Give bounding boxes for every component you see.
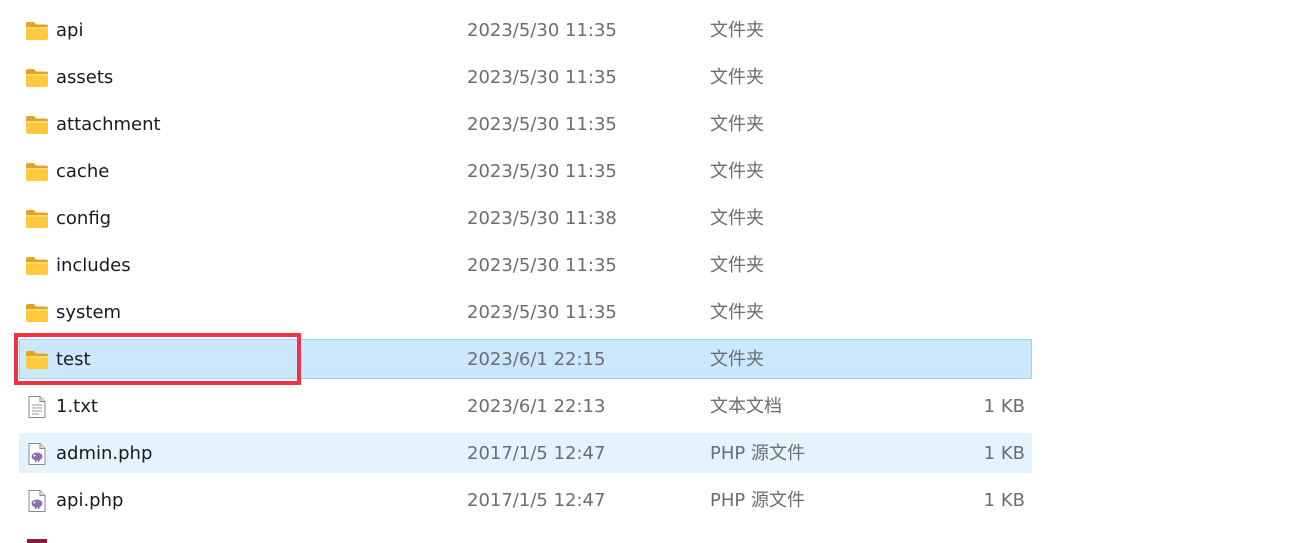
modified-date: 2017/1/5 12:47 bbox=[467, 443, 606, 464]
file-name: api bbox=[56, 20, 84, 41]
modified-date: 2017/1/5 12:47 bbox=[467, 490, 606, 511]
folder-icon bbox=[25, 20, 49, 42]
file-type: 文件夹 bbox=[710, 255, 764, 276]
file-type: 文件夹 bbox=[710, 67, 764, 88]
folder-icon bbox=[25, 302, 49, 324]
file-name: attachment bbox=[56, 114, 161, 135]
file-type: 文件夹 bbox=[710, 20, 764, 41]
folder-icon bbox=[25, 67, 49, 89]
file-name: includes bbox=[56, 255, 131, 276]
folder-icon bbox=[25, 114, 49, 136]
folder-icon bbox=[25, 208, 49, 230]
file-name: config bbox=[56, 208, 112, 229]
file-size: 1 KB bbox=[983, 396, 1025, 417]
file-row[interactable]: config 2023/5/30 11:38 文件夹 bbox=[19, 198, 1032, 238]
modified-date: 2023/5/30 11:35 bbox=[467, 161, 617, 182]
file-name: admin.php bbox=[56, 443, 153, 464]
file-name: 1.txt bbox=[56, 396, 98, 417]
file-type: 文件夹 bbox=[710, 349, 764, 370]
file-type: 文件夹 bbox=[710, 161, 764, 182]
file-size: 1 KB bbox=[983, 490, 1025, 511]
file-list: api 2023/5/30 11:35 文件夹 assets 2023/5/30 11:… bbox=[0, 0, 1304, 543]
modified-date: 2023/5/30 11:35 bbox=[467, 114, 617, 135]
file-row[interactable]: test 2023/6/1 22:15 文件夹 bbox=[19, 339, 1032, 379]
rar-archive-icon bbox=[25, 537, 49, 543]
file-row[interactable]: api.php 2017/1/5 12:47 PHP 源文件 1 KB bbox=[19, 480, 1032, 520]
modified-date: 2023/5/30 11:35 bbox=[467, 302, 617, 323]
file-type: 文件夹 bbox=[710, 114, 764, 135]
php-file-icon bbox=[25, 443, 49, 465]
file-name: cache bbox=[56, 161, 110, 182]
modified-date: 2023/5/30 11:35 bbox=[467, 255, 617, 276]
file-row[interactable]: api 2023/5/30 11:35 文件夹 bbox=[19, 10, 1032, 50]
file-type: 文件夹 bbox=[710, 208, 764, 229]
folder-icon bbox=[25, 349, 49, 371]
file-row[interactable]: includes 2023/5/30 11:35 文件夹 bbox=[19, 245, 1032, 285]
file-size: 1 KB bbox=[983, 443, 1025, 464]
file-name: api.php bbox=[56, 490, 124, 511]
file-row[interactable]: admin.php 2017/1/5 12:47 PHP 源文件 1 KB bbox=[19, 433, 1032, 473]
file-name: test bbox=[56, 349, 91, 370]
file-row[interactable]: assets 2023/5/30 11:35 文件夹 bbox=[19, 57, 1032, 97]
modified-date: 2023/5/30 11:38 bbox=[467, 208, 617, 229]
file-type: PHP 源文件 bbox=[710, 490, 805, 511]
php-file-icon bbox=[25, 490, 49, 512]
modified-date: 2023/6/1 22:15 bbox=[467, 349, 606, 370]
file-type: 文件夹 bbox=[710, 302, 764, 323]
file-row[interactable]: attachment 2023/5/30 11:35 文件夹 bbox=[19, 104, 1032, 144]
modified-date: 2023/5/30 11:35 bbox=[467, 67, 617, 88]
file-row[interactable]: system 2023/5/30 11:35 文件夹 bbox=[19, 292, 1032, 332]
modified-date: 2023/5/30 11:35 bbox=[467, 20, 617, 41]
text-file-icon bbox=[25, 396, 49, 418]
folder-icon bbox=[25, 255, 49, 277]
file-type: PHP 源文件 bbox=[710, 443, 805, 464]
folder-icon bbox=[25, 161, 49, 183]
file-row[interactable]: cache 2023/5/30 11:35 文件夹 bbox=[19, 151, 1032, 191]
modified-date: 2023/6/1 22:13 bbox=[467, 396, 606, 417]
file-row[interactable]: 1.txt 2023/6/1 22:13 文本文档 1 KB bbox=[19, 386, 1032, 426]
file-name: system bbox=[56, 302, 122, 323]
file-row[interactable] bbox=[19, 527, 1032, 543]
file-name: assets bbox=[56, 67, 114, 88]
file-type: 文本文档 bbox=[710, 396, 782, 417]
